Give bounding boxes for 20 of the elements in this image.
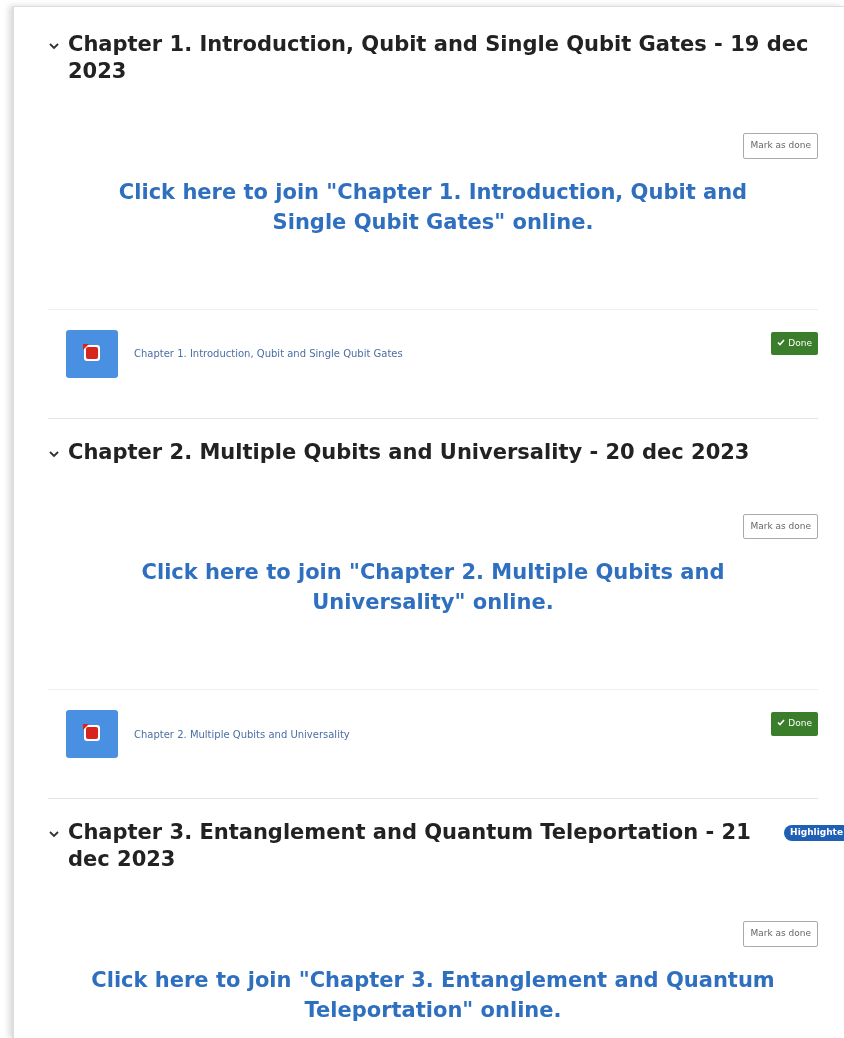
- done-badge: Done: [771, 712, 818, 736]
- join-link[interactable]: Click here to join "Chapter 3. Entanglement and Quantum Teleportation" online.: [48, 964, 818, 1025]
- join-link[interactable]: Click here to join "Chapter 2. Multiple Qubits and Universality" online.: [48, 557, 818, 617]
- mark-as-done-button[interactable]: Mark as done: [743, 513, 818, 539]
- done-badge: Done: [771, 331, 818, 355]
- activity-icon: [66, 329, 118, 378]
- activity-icon: [66, 710, 118, 758]
- highlighted-badge: Highlighte: [784, 825, 844, 841]
- check-icon: [777, 338, 786, 346]
- activity-link[interactable]: Chapter 1. Introduction, Qubit and Single Qubit Gates: [134, 346, 756, 361]
- section-title: Chapter 2. Multiple Qubits and Universality - 20 dec 2023: [68, 438, 751, 466]
- chevron-icon[interactable]: [48, 828, 60, 840]
- section-title: Chapter 1. Introduction, Qubit and Single Qubit Gates - 19 dec 2023: [68, 31, 810, 85]
- chevron-icon[interactable]: [48, 40, 60, 52]
- mark-as-done-button[interactable]: Mark as done: [743, 921, 818, 947]
- join-link[interactable]: Click here to join "Chapter 1. Introduction, Qubit and Single Qubit Gates" online.: [48, 176, 818, 237]
- section-title: Chapter 3. Entanglement and Quantum Teleportation - 21 dec 2023: [68, 819, 752, 873]
- check-icon: [777, 719, 786, 726]
- mark-as-done-button[interactable]: Mark as done: [743, 133, 818, 159]
- activity-link[interactable]: Chapter 2. Multiple Qubits and Universality: [134, 726, 756, 742]
